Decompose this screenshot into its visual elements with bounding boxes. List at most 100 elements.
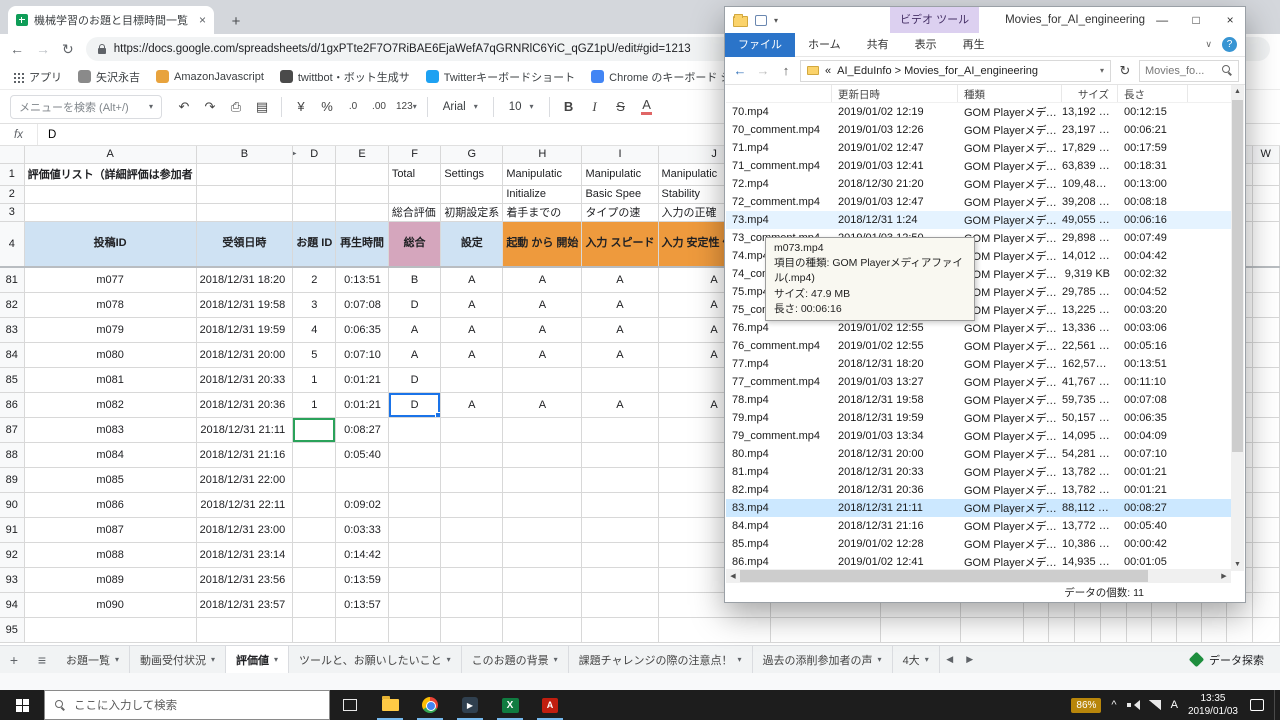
cell[interactable]: 評価値リスト（詳細評価は参加者: [24, 163, 197, 186]
tab-scroll-left-icon[interactable]: ◀: [940, 646, 960, 673]
cell[interactable]: [581, 542, 659, 568]
cell[interactable]: [960, 617, 1024, 643]
column-header-E[interactable]: E: [335, 146, 389, 164]
cell[interactable]: [292, 567, 337, 593]
file-row[interactable]: 78.mp4 2018/12/31 19:58 GOM Playerメディア...5…: [726, 391, 1231, 409]
column-header-H[interactable]: H: [502, 146, 583, 164]
cell[interactable]: タイプの速: [581, 203, 659, 222]
bookmark-item[interactable]: Twitterキーボードショート: [425, 69, 575, 85]
cell[interactable]: [880, 617, 962, 643]
strikethrough-icon[interactable]: S: [609, 95, 633, 119]
cell[interactable]: [388, 492, 442, 518]
text-color-icon[interactable]: A: [635, 95, 659, 119]
cell[interactable]: m083: [24, 417, 197, 443]
cell[interactable]: 0:01:21: [335, 367, 389, 393]
new-tab-button[interactable]: +: [224, 10, 248, 34]
currency-format-icon[interactable]: ¥: [289, 95, 313, 119]
file-row[interactable]: 71.mp4 2019/01/02 12:47 GOM Playerメディア...1…: [726, 139, 1231, 157]
cell[interactable]: [1252, 367, 1280, 393]
number-format-icon[interactable]: 123 ▾: [393, 95, 420, 119]
row-header-93[interactable]: 93: [0, 567, 25, 593]
cell[interactable]: m088: [24, 542, 197, 568]
file-row[interactable]: 70.mp4 2019/01/02 12:19 GOM Playerメディア...1…: [726, 103, 1231, 121]
cell[interactable]: [502, 617, 583, 643]
vertical-scrollbar[interactable]: ▲ ▼: [1231, 85, 1244, 571]
sheet-tab[interactable]: 4大 ▾: [893, 646, 940, 673]
cell[interactable]: [440, 185, 504, 204]
cell[interactable]: m087: [24, 517, 197, 543]
cell[interactable]: A: [440, 267, 504, 293]
cell[interactable]: [440, 592, 504, 618]
cell[interactable]: [292, 467, 337, 493]
cell[interactable]: [24, 203, 197, 222]
column-header-D[interactable]: ◀▶D: [292, 146, 337, 164]
cell[interactable]: 2018/12/31 22:00: [196, 467, 294, 493]
column-title-cell[interactable]: 再生時間: [335, 221, 389, 268]
cell[interactable]: [440, 567, 504, 593]
browser-tab[interactable]: 機械学習のお題と目標時間一覧 ×: [8, 6, 214, 34]
cell[interactable]: [1201, 617, 1228, 643]
cell[interactable]: [1126, 617, 1153, 643]
minimize-icon[interactable]: —: [1145, 7, 1179, 33]
cell[interactable]: [502, 492, 583, 518]
cell[interactable]: [581, 442, 659, 468]
row-header-83[interactable]: 83: [0, 317, 25, 343]
row-header-82[interactable]: 82: [0, 292, 25, 318]
italic-icon[interactable]: I: [583, 95, 607, 119]
cell[interactable]: 4: [292, 317, 337, 343]
close-icon[interactable]: ×: [1213, 7, 1247, 33]
cell[interactable]: [196, 185, 294, 204]
cell[interactable]: [440, 467, 504, 493]
cell[interactable]: m084: [24, 442, 197, 468]
cell[interactable]: [440, 442, 504, 468]
cell[interactable]: B: [388, 267, 442, 293]
cell[interactable]: m080: [24, 342, 197, 368]
excel-taskbar-button[interactable]: X: [490, 690, 530, 720]
cell[interactable]: [335, 163, 389, 186]
row-header-85[interactable]: 85: [0, 367, 25, 393]
cell[interactable]: 2018/12/31 23:14: [196, 542, 294, 568]
all-sheets-menu-icon[interactable]: ≡: [28, 646, 56, 673]
add-sheet-button[interactable]: +: [0, 646, 28, 673]
cell[interactable]: [388, 517, 442, 543]
cell[interactable]: [440, 492, 504, 518]
refresh-icon[interactable]: ↻: [1116, 63, 1134, 79]
increase-decimal-icon[interactable]: .00: [367, 95, 391, 119]
file-row[interactable]: 76_comment.mp4 2019/01/02 12:55 GOM Player…: [726, 337, 1231, 355]
bookmark-item[interactable]: twittbot・ボット生成サ: [279, 69, 410, 85]
task-view-button[interactable]: [330, 690, 370, 720]
cell[interactable]: [1100, 617, 1127, 643]
file-row[interactable]: 79.mp4 2018/12/31 19:59 GOM Playerメディア...5…: [726, 409, 1231, 427]
tray-expand-icon[interactable]: ^: [1111, 699, 1116, 711]
cell[interactable]: [388, 417, 442, 443]
file-row[interactable]: 82.mp4 2018/12/31 20:36 GOM Playerメディア...1…: [726, 481, 1231, 499]
file-row[interactable]: 79_comment.mp4 2019/01/03 13:34 GOM Player…: [726, 427, 1231, 445]
cell[interactable]: 0:13:51: [335, 267, 389, 293]
cell[interactable]: m090: [24, 592, 197, 618]
cell[interactable]: A: [502, 292, 583, 318]
column-title-cell[interactable]: 入力 スピード: [581, 221, 659, 268]
cell[interactable]: m081: [24, 367, 197, 393]
taskbar-search-box[interactable]: ここに入力して検索: [44, 690, 330, 720]
video-tools-contextual-tab[interactable]: ビデオ ツール: [890, 7, 980, 33]
taskbar-clock[interactable]: 13:35 2019/01/03: [1188, 692, 1238, 719]
sheet-tab[interactable]: 動画受付状況 ▾: [130, 646, 227, 673]
bookmark-item[interactable]: 矢沢永吉: [78, 69, 140, 85]
reload-icon[interactable]: ↻: [62, 41, 74, 58]
cell[interactable]: 0:13:57: [335, 592, 389, 618]
cell[interactable]: [1252, 185, 1280, 204]
cell[interactable]: [440, 542, 504, 568]
cell[interactable]: 2018/12/31 23:00: [196, 517, 294, 543]
ribbon-collapse-icon[interactable]: ∨: [1205, 39, 1212, 50]
column-title-cell[interactable]: 受領日時: [196, 221, 294, 268]
cell[interactable]: [440, 617, 504, 643]
cell[interactable]: [388, 567, 442, 593]
cell[interactable]: [581, 417, 659, 443]
row-header-88[interactable]: 88: [0, 442, 25, 468]
cell[interactable]: [581, 517, 659, 543]
cell[interactable]: [292, 617, 337, 643]
cell[interactable]: 2018/12/31 21:11: [196, 417, 294, 443]
cell[interactable]: D: [388, 392, 442, 418]
pdf-taskbar-button[interactable]: A: [530, 690, 570, 720]
cell[interactable]: 0:05:40: [335, 442, 389, 468]
